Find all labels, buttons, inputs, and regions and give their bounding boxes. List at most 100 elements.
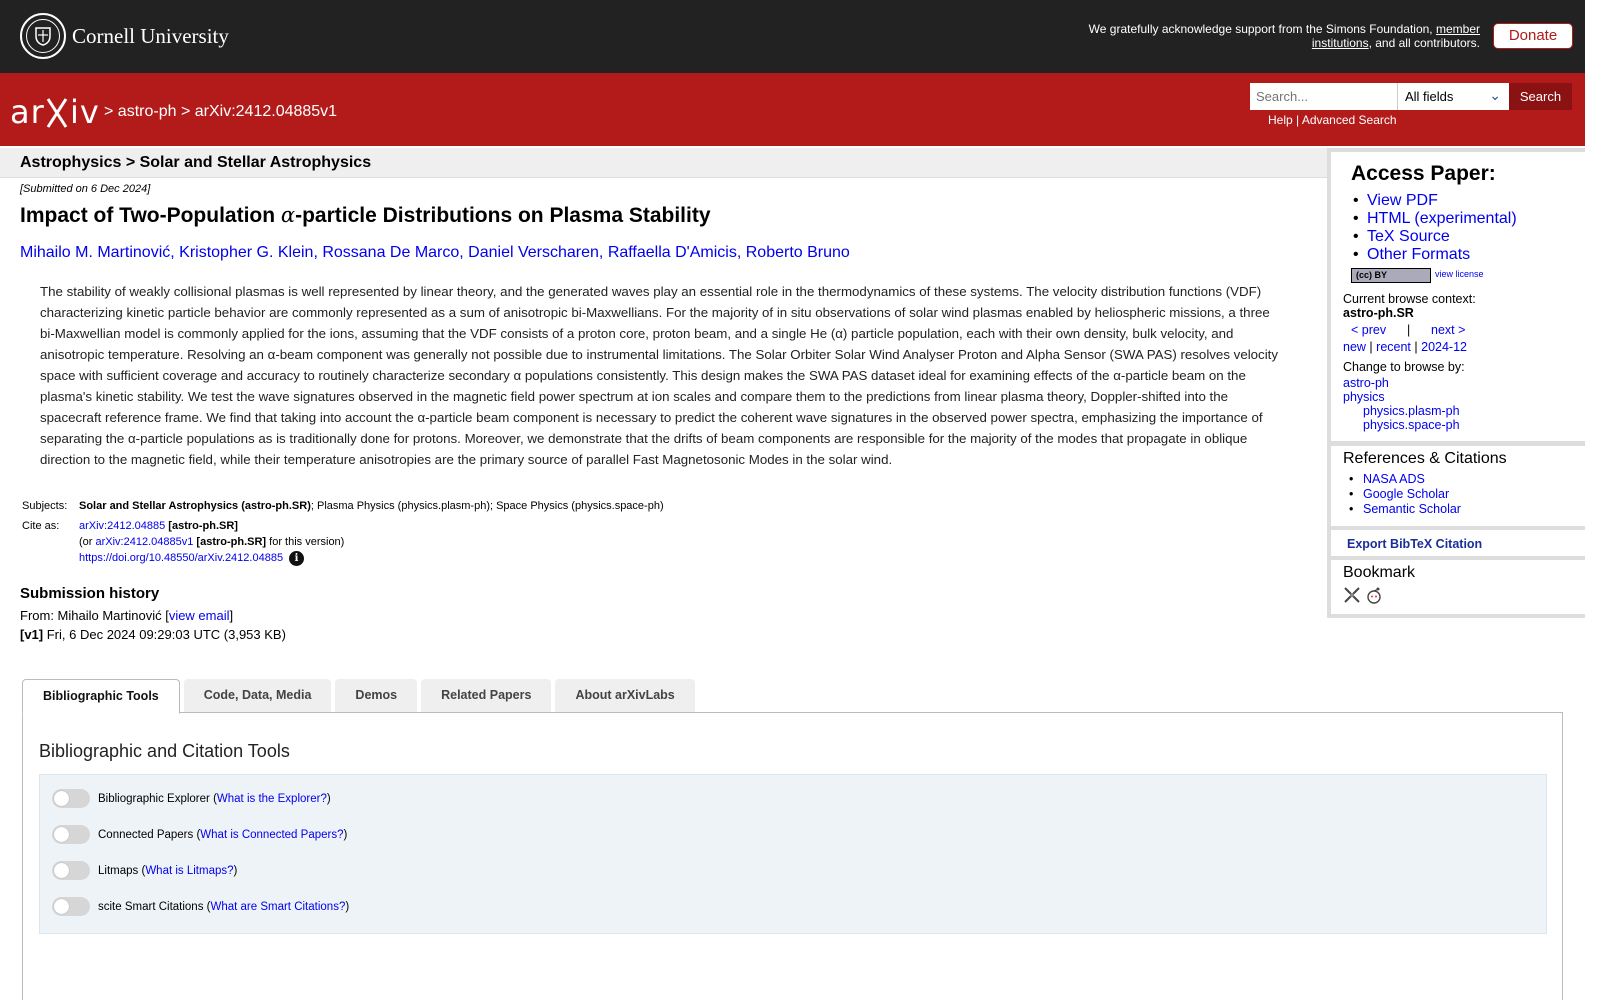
tool-help-link[interactable]: What is Litmaps?: [145, 865, 233, 877]
bibsonomy-icon[interactable]: [1343, 586, 1361, 609]
support-acknowledgement: We gratefully acknowledge support from t…: [1088, 22, 1480, 50]
tab-about-arxivlabs[interactable]: About arXivLabs: [555, 679, 695, 712]
tab-panel: Bibliographic and Citation Tools Bibliog…: [22, 712, 1563, 1000]
sidebar: Access Paper: View PDF HTML (experimenta…: [1327, 148, 1585, 618]
change-browse-label: Change to browse by:: [1343, 360, 1465, 374]
search-field-select[interactable]: All fields ⌄: [1397, 83, 1509, 110]
submission-date: [Submitted on 6 Dec 2024]: [20, 183, 151, 195]
bookmark-box: Bookmark: [1331, 560, 1585, 614]
subject-header: Astrophysics > Solar and Stellar Astroph…: [0, 148, 1327, 178]
prev-link[interactable]: < prev: [1351, 323, 1386, 337]
tools-title: Bibliographic and Citation Tools: [39, 741, 290, 761]
tool-help-link[interactable]: What is Connected Papers?: [200, 829, 343, 841]
browse-context-box: Current browse context: astro-ph.SR < pr…: [1331, 288, 1585, 441]
view-license-link[interactable]: view license: [1435, 269, 1484, 279]
tab-bibliographic-tools[interactable]: Bibliographic Tools: [22, 679, 180, 714]
connected-papers-toggle[interactable]: [52, 825, 90, 844]
export-box: Export BibTeX Citation: [1331, 530, 1585, 556]
export-bibtex-link[interactable]: Export BibTeX Citation: [1347, 537, 1482, 551]
litmaps-toggle[interactable]: [52, 861, 90, 880]
subject-path: Astrophysics > Solar and Stellar Astroph…: [20, 154, 372, 171]
cornell-seal-icon: [20, 13, 66, 59]
breadcrumb: > astro-ph > arXiv:2412.04885v1: [104, 103, 338, 120]
arxiv-logo[interactable]: ar iv: [10, 93, 100, 142]
cc-by-license-badge[interactable]: (cc) BY: [1351, 268, 1431, 283]
tool-help-link[interactable]: What are Smart Citations?: [210, 901, 345, 913]
chevron-down-icon: ⌄: [1489, 87, 1501, 103]
author-link[interactable]: Rossana De Marco: [322, 244, 459, 261]
help-links: Help | Advanced Search: [1268, 113, 1397, 127]
html-link[interactable]: HTML (experimental): [1367, 210, 1517, 227]
doi-link[interactable]: https://doi.org/10.48550/arXiv.2412.0488…: [79, 552, 283, 564]
browse-physics-link[interactable]: physics: [1343, 390, 1573, 404]
tool-row: Litmaps (What is Litmaps?): [52, 861, 237, 880]
context-value: astro-ph.SR: [1343, 306, 1414, 320]
author-link[interactable]: Roberto Bruno: [746, 244, 850, 261]
submission-history-title: Submission history: [20, 585, 160, 602]
tab-code-data-media[interactable]: Code, Data, Media: [183, 679, 332, 712]
author-link[interactable]: Kristopher G. Klein: [179, 244, 313, 261]
bookmark-title: Bookmark: [1343, 564, 1416, 581]
browse-astro-ph-link[interactable]: astro-ph: [1343, 376, 1573, 390]
cite-version-link[interactable]: arXiv:2412.04885v1: [96, 536, 194, 548]
breadcrumb-paper-id: arXiv:2412.04885v1: [194, 103, 338, 120]
author-link[interactable]: Mihailo M. Martinović: [20, 244, 170, 261]
browse-plasm-ph-link[interactable]: physics.plasm-ph: [1343, 404, 1573, 418]
view-email-link[interactable]: view email: [169, 608, 230, 623]
search-button[interactable]: Search: [1509, 83, 1572, 110]
nasa-ads-link[interactable]: NASA ADS: [1363, 472, 1425, 486]
tab-demos[interactable]: Demos: [335, 679, 418, 712]
search-input[interactable]: [1250, 83, 1397, 110]
breadcrumb-archive[interactable]: astro-ph: [118, 103, 177, 120]
access-paper-title: Access Paper:: [1351, 162, 1496, 185]
context-label: Current browse context:: [1343, 292, 1476, 306]
tab-related-papers[interactable]: Related Papers: [421, 679, 552, 712]
svg-text:iv: iv: [70, 93, 100, 131]
submission-from: From: Mihailo Martinović [view email]: [20, 608, 234, 623]
access-links: View PDF HTML (experimental) TeX Source …: [1353, 192, 1517, 264]
advanced-search-link[interactable]: Advanced Search: [1302, 113, 1397, 127]
subjects-value: Solar and Stellar Astrophysics (astro-ph…: [79, 500, 664, 512]
tool-row: Connected Papers (What is Connected Pape…: [52, 825, 347, 844]
version-v1: [v1] Fri, 6 Dec 2024 09:29:03 UTC (3,953…: [20, 627, 286, 642]
author-link[interactable]: Raffaella D'Amicis: [608, 244, 737, 261]
tools-list: Bibliographic Explorer (What is the Expl…: [39, 774, 1547, 934]
paper-title: Impact of Two-Population α-particle Dist…: [20, 203, 711, 227]
abstract: The stability of weakly collisional plas…: [40, 284, 1279, 467]
scite-toggle[interactable]: [52, 897, 90, 916]
cornell-name: Cornell University: [72, 23, 229, 48]
other-formats-link[interactable]: Other Formats: [1367, 246, 1470, 263]
view-pdf-link[interactable]: View PDF: [1367, 192, 1438, 209]
new-link[interactable]: new: [1343, 340, 1366, 354]
bibliographic-explorer-toggle[interactable]: [52, 789, 90, 808]
month-link[interactable]: 2024-12: [1421, 340, 1467, 354]
tool-help-link[interactable]: What is the Explorer?: [217, 793, 327, 805]
svg-text:ar: ar: [10, 93, 45, 131]
reddit-icon[interactable]: [1365, 586, 1383, 609]
arxiv-header: ar iv > astro-ph > arXiv:2412.04885v1 Al…: [0, 73, 1585, 146]
help-link[interactable]: Help: [1268, 113, 1293, 127]
tex-source-link[interactable]: TeX Source: [1367, 228, 1450, 245]
cornell-logo[interactable]: Cornell University: [20, 13, 229, 59]
donate-button[interactable]: Donate: [1493, 23, 1573, 49]
references-title: References & Citations: [1343, 450, 1507, 467]
semantic-scholar-link[interactable]: Semantic Scholar: [1363, 502, 1461, 516]
institution-banner: Cornell University We gratefully acknowl…: [0, 0, 1585, 73]
browse-space-ph-link[interactable]: physics.space-ph: [1343, 418, 1573, 432]
cite-arxiv-link[interactable]: arXiv:2412.04885: [79, 520, 165, 532]
author-link[interactable]: Daniel Verscharen: [468, 244, 599, 261]
info-icon[interactable]: i: [289, 551, 305, 566]
paper-metadata: Subjects: Solar and Stellar Astrophysics…: [22, 496, 664, 568]
references-box: References & Citations NASA ADS Google S…: [1331, 446, 1585, 526]
subjects-label: Subjects:: [22, 500, 68, 512]
recent-link[interactable]: recent: [1376, 340, 1411, 354]
google-scholar-link[interactable]: Google Scholar: [1363, 487, 1449, 501]
cite-label: Cite as:: [22, 520, 60, 532]
access-paper-box: Access Paper: View PDF HTML (experimenta…: [1331, 152, 1585, 294]
next-link[interactable]: next >: [1431, 323, 1465, 337]
author-list: Mihailo M. Martinović, Kristopher G. Kle…: [20, 244, 850, 261]
tool-row: Bibliographic Explorer (What is the Expl…: [52, 789, 331, 808]
tool-row: scite Smart Citations (What are Smart Ci…: [52, 897, 349, 916]
references-links: NASA ADS Google Scholar Semantic Scholar: [1343, 472, 1573, 517]
labs-tabs: Bibliographic Tools Code, Data, Media De…: [22, 679, 699, 714]
